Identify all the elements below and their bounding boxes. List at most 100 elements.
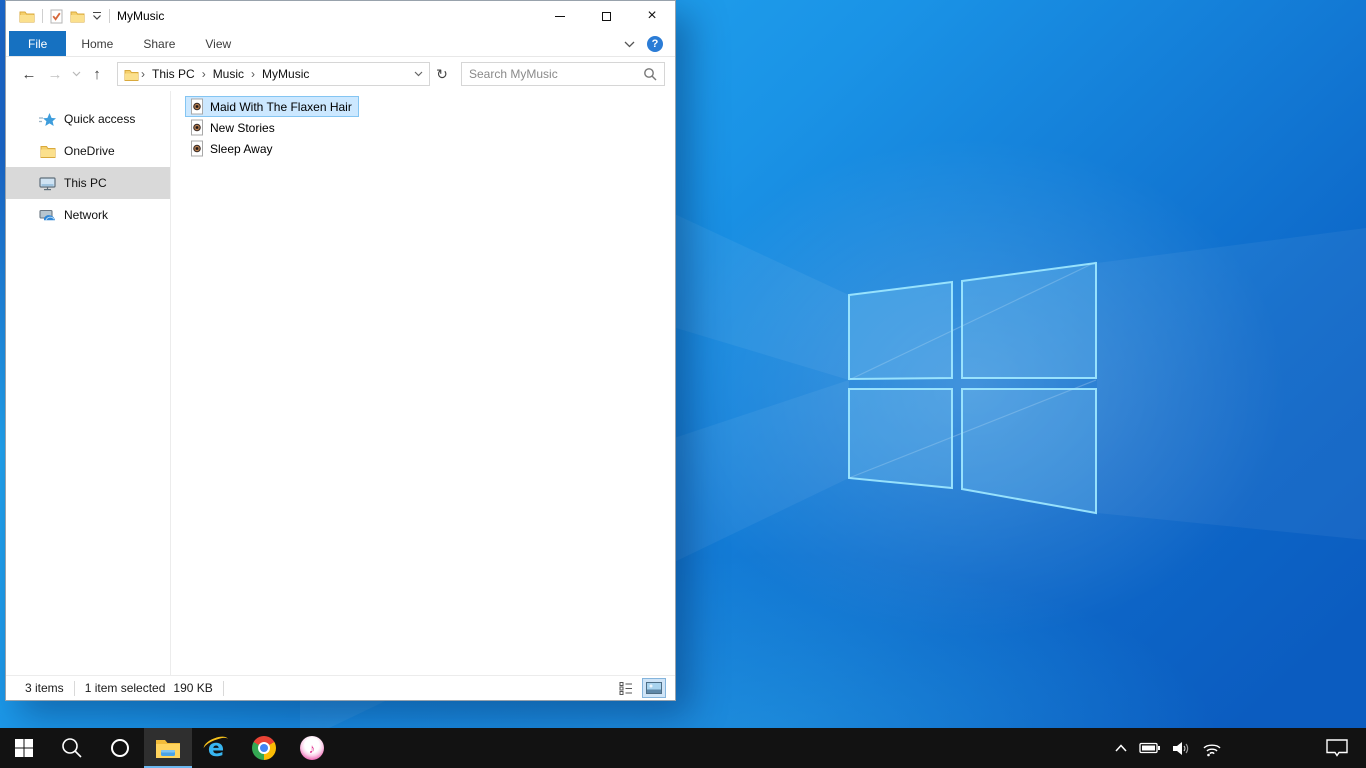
sidebar-item-label: This PC	[64, 176, 107, 190]
show-hidden-icons-button[interactable]	[1112, 728, 1130, 768]
window-title: MyMusic	[117, 9, 165, 23]
audio-file-icon	[191, 119, 203, 136]
breadcrumb-separator: ›	[141, 67, 145, 81]
details-view-button[interactable]	[615, 679, 637, 697]
network-icon	[39, 208, 56, 223]
chevron-down-icon	[414, 71, 423, 77]
quick-access-toolbar	[19, 9, 110, 24]
breadcrumb-separator: ›	[201, 67, 206, 81]
sidebar-item-label: Network	[64, 208, 109, 222]
windows-start-icon	[15, 739, 33, 757]
chevron-down-icon	[624, 41, 635, 47]
window-controls: ×	[537, 1, 675, 31]
window-body: Quick access OneDrive This PC Network Ma…	[6, 91, 675, 675]
internet-explorer-icon: e	[201, 733, 231, 761]
internet-explorer-button[interactable]: e	[192, 728, 240, 768]
file-name: New Stories	[210, 120, 275, 135]
ribbon-right-controls: ?	[624, 31, 675, 56]
separator	[73, 680, 75, 696]
sidebar-item-onedrive[interactable]: OneDrive	[6, 135, 170, 167]
expand-ribbon-button[interactable]	[624, 37, 635, 51]
address-bar[interactable]: › This PC › Music › MyMusic	[117, 62, 430, 86]
sidebar-item-quick-access[interactable]: Quick access	[6, 103, 170, 135]
battery-button[interactable]	[1137, 728, 1163, 768]
tab-home[interactable]: Home	[66, 31, 128, 56]
selection-count: 1 item selected	[84, 681, 166, 695]
file-row[interactable]: New Stories	[185, 117, 282, 138]
separator	[42, 9, 43, 23]
sidebar-item-label: Quick access	[64, 112, 136, 126]
sidebar-item-network[interactable]: Network	[6, 199, 170, 231]
itunes-icon: ♪	[300, 736, 324, 760]
breadcrumb-this-pc[interactable]: This PC	[147, 67, 200, 81]
chrome-button[interactable]	[240, 728, 288, 768]
close-icon: ×	[647, 7, 657, 24]
forward-button[interactable]: →	[42, 62, 68, 86]
itunes-button[interactable]: ♪	[288, 728, 336, 768]
chevron-up-icon	[1115, 744, 1127, 752]
taskbar: e ♪	[0, 728, 1366, 768]
breadcrumb-music[interactable]: Music	[208, 67, 249, 81]
system-tray	[1112, 728, 1224, 768]
new-folder-icon	[70, 11, 85, 23]
refresh-button[interactable]: ↻	[430, 66, 454, 83]
start-button[interactable]	[0, 728, 48, 768]
volume-button[interactable]	[1170, 728, 1193, 768]
audio-file-icon	[191, 98, 203, 115]
customize-quick-access-button[interactable]	[92, 11, 102, 21]
folder-icon	[124, 69, 139, 81]
large-icons-view-icon	[646, 682, 662, 694]
address-dropdown-button[interactable]	[414, 71, 423, 77]
tab-file[interactable]: File	[9, 31, 67, 56]
onedrive-folder-icon	[39, 144, 56, 158]
sidebar-item-label: OneDrive	[64, 144, 115, 158]
file-row[interactable]: Maid With The Flaxen Hair	[185, 96, 359, 117]
cortana-button[interactable]	[96, 728, 144, 768]
navigation-pane: Quick access OneDrive This PC Network	[6, 91, 171, 675]
chevron-down-icon	[93, 12, 101, 20]
wifi-button[interactable]	[1200, 728, 1224, 768]
address-row: ← → ↑ › This PC › Music › MyMusic ↻	[6, 57, 675, 91]
quick-access-star-icon	[39, 112, 56, 127]
search-box	[461, 62, 665, 86]
music-note-glyph: ♪	[308, 740, 316, 756]
up-button[interactable]: ↑	[84, 62, 110, 86]
explorer-window-icon	[19, 9, 35, 23]
tab-view[interactable]: View	[190, 31, 246, 56]
close-button[interactable]: ×	[629, 1, 675, 31]
search-icon	[644, 68, 657, 81]
back-button[interactable]: ←	[16, 62, 42, 86]
maximize-button[interactable]	[583, 1, 629, 31]
chrome-icon	[252, 736, 276, 760]
maximize-icon	[601, 11, 611, 21]
chevron-down-icon	[72, 71, 80, 77]
separator	[222, 680, 224, 696]
new-folder-button[interactable]	[70, 9, 85, 23]
cortana-circle-icon	[111, 739, 129, 757]
properties-button[interactable]	[50, 9, 63, 24]
item-count: 3 items	[25, 681, 64, 695]
search-input[interactable]	[469, 67, 643, 81]
recent-locations-button[interactable]	[68, 62, 84, 86]
view-toggles	[615, 678, 666, 698]
taskbar-file-explorer-button[interactable]	[144, 728, 192, 768]
properties-check-icon	[50, 9, 63, 23]
tab-share[interactable]: Share	[128, 31, 190, 56]
action-center-button[interactable]	[1320, 728, 1354, 768]
file-name: Sleep Away	[210, 141, 273, 156]
help-button[interactable]: ?	[647, 35, 663, 52]
taskbar-search-button[interactable]	[48, 728, 96, 768]
minimize-icon	[555, 15, 565, 17]
status-bar: 3 items 1 item selected 190 KB	[6, 675, 675, 700]
ribbon-tab-row: File Home Share View ?	[6, 31, 675, 57]
minimize-button[interactable]	[537, 1, 583, 31]
breadcrumb-mymusic[interactable]: MyMusic	[257, 67, 314, 81]
separator	[109, 9, 110, 23]
breadcrumb-separator: ›	[251, 67, 256, 81]
large-icons-view-button[interactable]	[642, 678, 666, 698]
this-pc-monitor-icon	[39, 176, 56, 191]
sidebar-item-this-pc[interactable]: This PC	[6, 167, 170, 199]
wifi-icon	[1203, 743, 1221, 756]
file-row[interactable]: Sleep Away	[185, 138, 280, 159]
battery-icon	[1139, 742, 1160, 754]
